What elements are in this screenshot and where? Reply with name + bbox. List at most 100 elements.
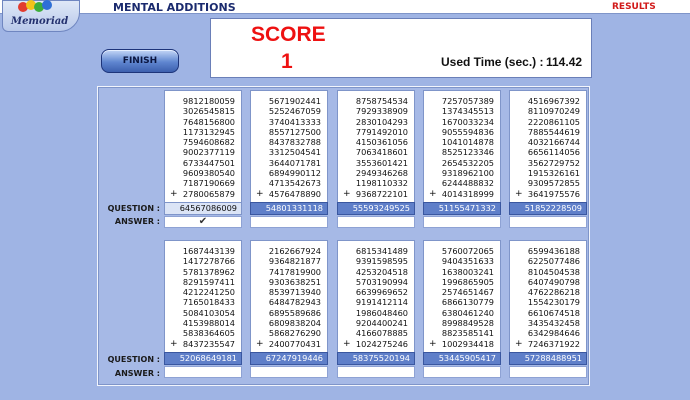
answer-field[interactable] bbox=[423, 216, 501, 228]
addend-number: 5703190994 bbox=[355, 276, 408, 287]
answer-field[interactable] bbox=[250, 216, 328, 228]
plus-sign: + bbox=[256, 338, 264, 349]
addend-number: 6815341489 bbox=[355, 246, 408, 256]
answer-field[interactable] bbox=[509, 216, 587, 228]
question-sum: 51852228509 bbox=[509, 202, 587, 215]
answer-field[interactable] bbox=[337, 366, 415, 378]
answer-field[interactable] bbox=[509, 366, 587, 378]
addend-number: 7929338909 bbox=[355, 106, 408, 117]
addend-number: 6895589686 bbox=[268, 307, 321, 318]
addend-list: 5760072065 9404351633 1638003241 1996865905… bbox=[442, 246, 494, 349]
addend-number: 4166078885 bbox=[355, 328, 408, 339]
top-bar: MENTAL ADDITIONS RESULTS bbox=[0, 0, 690, 14]
score-value: 1 bbox=[281, 50, 293, 73]
addend-number: 6407490798 bbox=[527, 276, 580, 287]
addend-number: 5868276290 bbox=[268, 328, 321, 339]
addend-number: 8104504538 bbox=[527, 266, 580, 277]
answer-field[interactable] bbox=[164, 366, 242, 378]
used-time-label: Used Time (sec.) : bbox=[441, 55, 544, 69]
addend-number: 4713542673 bbox=[268, 178, 321, 189]
question-sum: 53445905417 bbox=[423, 352, 501, 365]
addend-number: 5838364605 bbox=[182, 328, 235, 339]
logo-text: Memoriad bbox=[11, 16, 69, 27]
addend-number: 9303638251 bbox=[268, 276, 321, 287]
addend-number: 7063418601 bbox=[355, 147, 408, 158]
addend-number: 2574651467 bbox=[441, 287, 494, 298]
addend-number: 2400770431 bbox=[268, 338, 321, 349]
answer-check-icon[interactable]: ✔ bbox=[164, 216, 242, 228]
results-link[interactable]: RESULTS bbox=[612, 2, 656, 12]
addend-number: 1002934418 bbox=[441, 338, 494, 349]
addend-number: 1687443139 bbox=[182, 246, 235, 256]
answer-field[interactable] bbox=[250, 366, 328, 378]
addend-number: 8437235547 bbox=[182, 338, 235, 349]
addend-number: 9309572855 bbox=[527, 178, 580, 189]
addend-number: 9055594836 bbox=[441, 126, 494, 137]
answer-field[interactable] bbox=[337, 216, 415, 228]
addend-list: 5671902441 5252467059 3740413333 8557127500… bbox=[269, 96, 321, 199]
addend-number: 1173132945 bbox=[182, 126, 235, 137]
addend-number: 4762286218 bbox=[527, 287, 580, 298]
addend-column: 4516967392 8110970249 2220861105 7885544619… bbox=[509, 90, 587, 212]
plus-sign: + bbox=[515, 338, 523, 349]
addend-number: 3562729752 bbox=[527, 157, 580, 168]
finish-button[interactable]: FINISH bbox=[101, 49, 179, 73]
addend-number: 7648156800 bbox=[182, 116, 235, 127]
addend-number: 9609380540 bbox=[182, 168, 235, 179]
addend-number: 6244488832 bbox=[441, 178, 494, 189]
addend-column: 6599436188 6225077486 8104504538 6407490798… bbox=[509, 240, 587, 362]
addend-column: 9812180059 3026545815 7648156800 1173132945… bbox=[164, 90, 242, 212]
addend-column: 8758754534 7929338909 2830104293 7791492010… bbox=[337, 90, 415, 212]
app-window: MENTAL ADDITIONS RESULTS Memoriad FINISH… bbox=[0, 0, 690, 400]
addend-number: 8557127500 bbox=[268, 126, 321, 137]
addend-number: 4014318999 bbox=[441, 188, 494, 199]
addend-number: 1198110332 bbox=[355, 178, 408, 189]
addend-number: 5781378962 bbox=[182, 266, 235, 277]
answer-label-row-1: ANSWER : bbox=[114, 217, 160, 226]
addend-number: 9404351633 bbox=[441, 256, 494, 267]
addend-number: 8998849528 bbox=[441, 318, 494, 329]
addend-number: 9364821877 bbox=[268, 256, 321, 267]
addend-list: 1687443139 1417278766 5781378962 8291597411… bbox=[183, 246, 235, 349]
addend-number: 1374345513 bbox=[441, 106, 494, 117]
addend-number: 1670033234 bbox=[441, 116, 494, 127]
question-sum: 51155471332 bbox=[423, 202, 501, 215]
addend-number: 6225077486 bbox=[527, 256, 580, 267]
addend-number: 8539713940 bbox=[268, 287, 321, 298]
addend-number: 7246371922 bbox=[527, 338, 580, 349]
addend-column: 2162667924 9364821877 7417819900 9303638251… bbox=[250, 240, 328, 362]
addend-number: 9368722101 bbox=[355, 188, 408, 199]
question-label-row-1: QUESTION : bbox=[107, 204, 160, 213]
addend-number: 7257057389 bbox=[441, 96, 494, 106]
question-sum: 64567086009 bbox=[164, 202, 242, 215]
addend-number: 7417819900 bbox=[268, 266, 321, 277]
addend-number: 6809838204 bbox=[268, 318, 321, 329]
addend-number: 4150361056 bbox=[355, 137, 408, 148]
addend-number: 1996865905 bbox=[441, 276, 494, 287]
addend-number: 4153988014 bbox=[182, 318, 235, 329]
addend-number: 1554230179 bbox=[527, 297, 580, 308]
logo-blobs-icon bbox=[18, 0, 52, 12]
addend-column: 5671902441 5252467059 3740413333 8557127500… bbox=[250, 90, 328, 212]
addend-number: 6639969652 bbox=[355, 287, 408, 298]
addend-number: 9812180059 bbox=[182, 96, 235, 106]
addend-number: 2220861105 bbox=[527, 116, 580, 127]
question-sum: 55593249525 bbox=[337, 202, 415, 215]
plus-sign: + bbox=[429, 188, 437, 199]
addend-number: 1638003241 bbox=[441, 266, 494, 277]
addend-number: 3026545815 bbox=[182, 106, 235, 117]
addend-number: 3312504541 bbox=[268, 147, 321, 158]
addend-number: 6599436188 bbox=[527, 246, 580, 256]
addend-number: 9002377119 bbox=[182, 147, 235, 158]
addend-number: 5252467059 bbox=[268, 106, 321, 117]
addend-number: 6484782943 bbox=[268, 297, 321, 308]
question-sum: 58375520194 bbox=[337, 352, 415, 365]
answer-field[interactable] bbox=[423, 366, 501, 378]
addend-number: 8437832788 bbox=[268, 137, 321, 148]
addend-number: 3435432458 bbox=[527, 318, 580, 329]
addend-list: 7257057389 1374345513 1670033234 9055594836… bbox=[442, 96, 494, 199]
used-time-value: 114.42 bbox=[546, 55, 583, 69]
addend-list: 9812180059 3026545815 7648156800 1173132945… bbox=[183, 96, 235, 199]
addend-column: 5760072065 9404351633 1638003241 1996865905… bbox=[423, 240, 501, 362]
addend-number: 8525123346 bbox=[441, 147, 494, 158]
